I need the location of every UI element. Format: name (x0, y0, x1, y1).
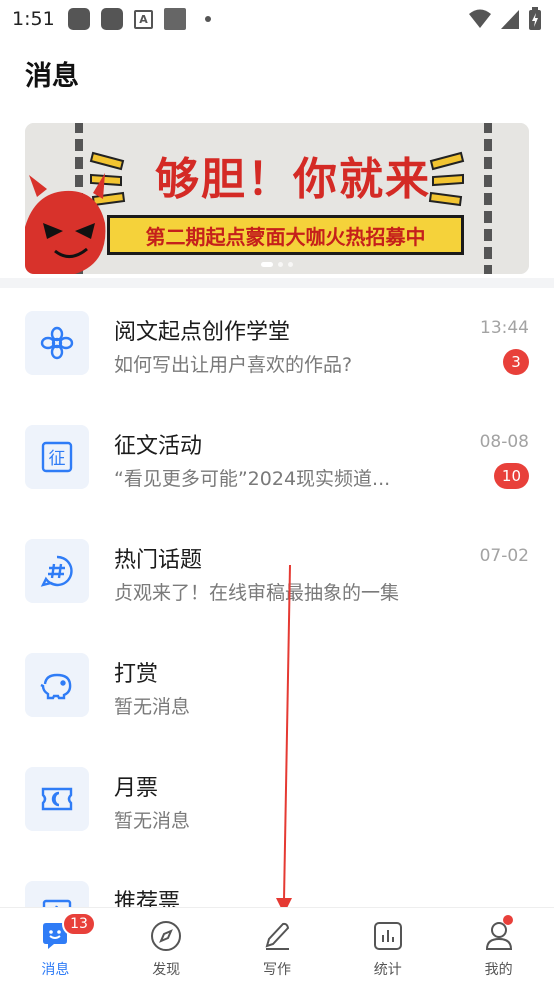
message-title: 打赏 (114, 662, 159, 687)
message-title: 征文活动 (114, 434, 203, 459)
message-time: 13:44 (480, 318, 529, 338)
message-title: 阅文起点创作学堂 (114, 320, 291, 345)
message-preview: 暂无消息 (114, 696, 191, 718)
notification-app-icon (68, 8, 90, 30)
banner-headline: 够胆！你就来 (155, 154, 431, 205)
status-time: 1:51 (12, 8, 55, 30)
message-item-tips[interactable]: 打赏 暂无消息 (0, 630, 554, 744)
message-preview: 暂无消息 (114, 810, 191, 832)
message-time: 08-08 (479, 432, 529, 452)
tab-label: 统计 (373, 962, 402, 978)
tab-profile[interactable]: 我的 (443, 908, 554, 984)
unread-badge: 10 (493, 463, 529, 489)
tab-statistics[interactable]: 统计 (332, 908, 443, 984)
message-item-monthly-votes[interactable]: 月票 暂无消息 (0, 744, 554, 858)
hashtag-icon (25, 539, 89, 603)
svg-text:征: 征 (49, 449, 66, 469)
tab-label: 写作 (262, 962, 291, 978)
system-indicators (468, 7, 542, 31)
message-time: 07-02 (479, 546, 529, 566)
message-preview: 贞观来了！在线审稿最抽象的一集 (114, 582, 400, 604)
section-divider (0, 278, 554, 288)
flower-icon (25, 311, 89, 375)
message-preview: “看见更多可能”2024现实频道... (114, 468, 391, 490)
more-notifications-dot (205, 16, 211, 22)
chart-icon (371, 919, 405, 953)
message-item-essay-contest[interactable]: 征 征文活动 “看见更多可能”2024现实频道... 08-08 10 (0, 402, 554, 516)
piggy-bank-icon (25, 653, 89, 717)
tab-messages[interactable]: 消息 13 (0, 908, 111, 984)
notification-icons: A (68, 8, 211, 30)
banner-pager (25, 262, 529, 267)
banner-page-dot (288, 262, 293, 267)
tab-label: 我的 (484, 962, 513, 978)
notification-image-icon (164, 8, 186, 30)
tab-discover[interactable]: 发现 (111, 908, 222, 984)
tab-unread-badge: 13 (62, 912, 96, 936)
message-title: 热门话题 (114, 548, 203, 573)
message-item-hot-topics[interactable]: 热门话题 贞观来了！在线审稿最抽象的一集 07-02 (0, 516, 554, 630)
zheng-icon: 征 (25, 425, 89, 489)
unread-badge: 3 (503, 349, 529, 375)
message-item-creation-academy[interactable]: 阅文起点创作学堂 如何写出让用户喜欢的作品? 13:44 3 (0, 288, 554, 402)
compass-icon (149, 919, 183, 953)
banner-subline: 第二期起点蒙面大咖火热招募中 (107, 215, 464, 255)
tab-label: 发现 (152, 962, 181, 978)
message-preview: 如何写出让用户喜欢的作品? (114, 354, 353, 376)
tab-write[interactable]: 写作 (222, 908, 333, 984)
notification-app-icon (101, 8, 123, 30)
promo-banner[interactable]: 够胆！你就来 第二期起点蒙面大咖火热招募中 (25, 123, 529, 274)
banner-page-dot (278, 262, 283, 267)
banner-page-dot (261, 262, 273, 267)
message-title: 月票 (114, 776, 159, 801)
moon-ticket-icon (25, 767, 89, 831)
pen-icon (260, 919, 294, 953)
wifi-icon (469, 9, 491, 28)
notification-a-icon: A (134, 9, 153, 29)
tab-label: 消息 (41, 962, 70, 978)
page-title: 消息 (25, 61, 79, 92)
bottom-tab-bar: 消息 13 发现 写作 统计 我的 (0, 907, 554, 984)
battery-icon (529, 7, 541, 30)
signal-icon (501, 10, 519, 29)
status-bar: 1:51 A (0, 0, 554, 38)
